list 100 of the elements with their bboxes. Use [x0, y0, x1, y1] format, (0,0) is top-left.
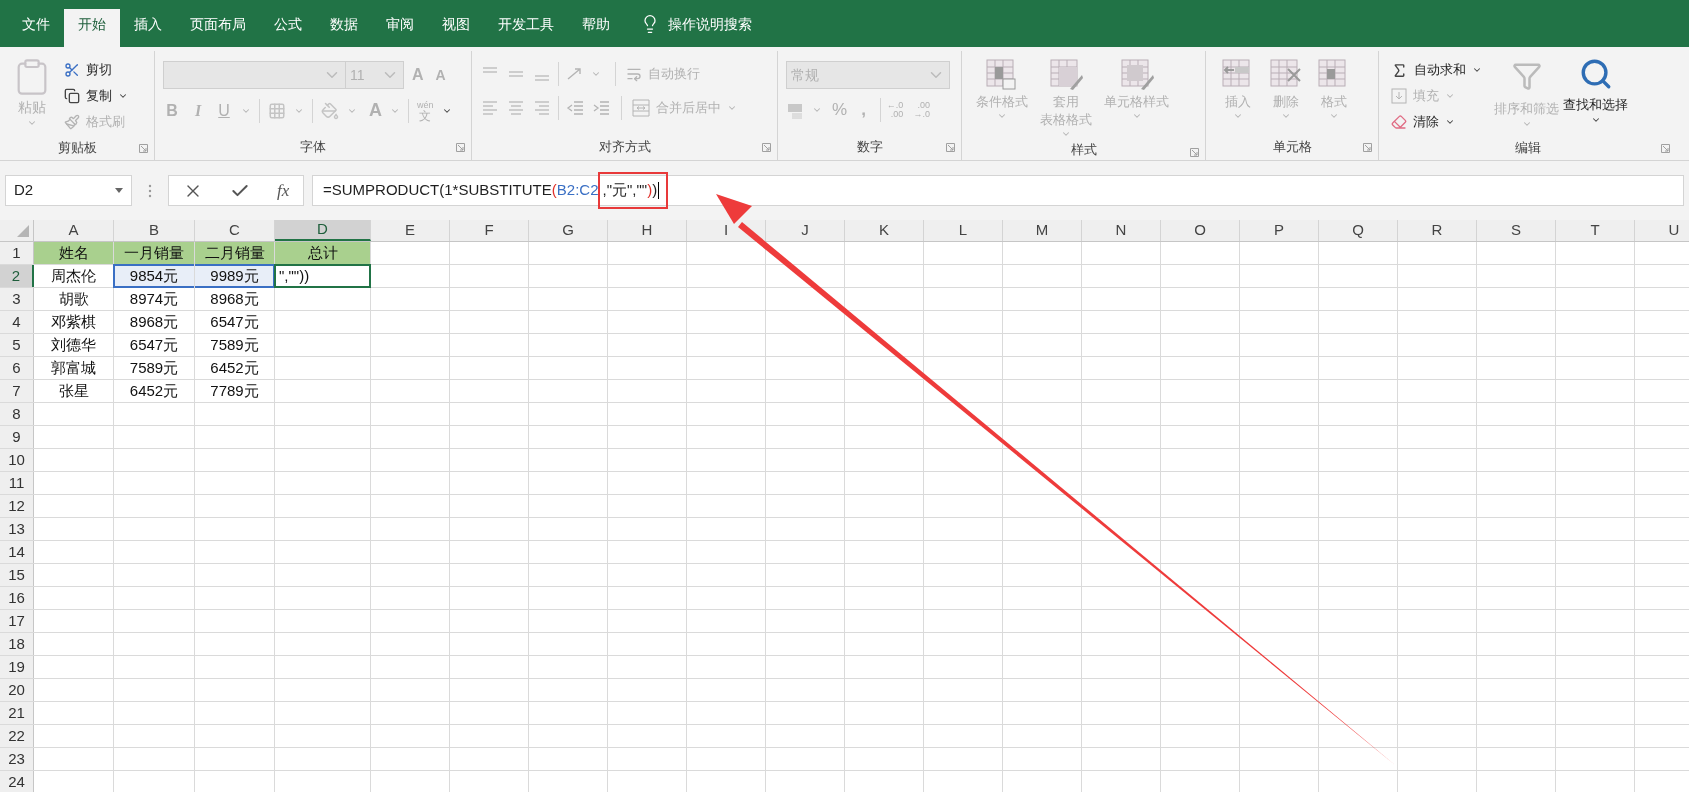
table-cell: 7589元 — [129, 359, 179, 377]
ribbon-tab[interactable]: 开始 — [64, 9, 120, 47]
row-header[interactable]: 22 — [0, 725, 34, 747]
tell-me-search[interactable]: 操作说明搜索 — [640, 9, 752, 47]
tile-label: 删除 — [1273, 93, 1299, 111]
row-header[interactable]: 4 — [0, 311, 34, 333]
borders-icon[interactable] — [268, 101, 286, 120]
column-header[interactable]: B — [114, 220, 195, 241]
insert-function-button[interactable]: fx — [277, 177, 290, 204]
group-label: 数字 — [856, 138, 883, 157]
column-header[interactable]: E — [371, 220, 450, 241]
row-header[interactable]: 18 — [0, 633, 34, 655]
dialog-launcher-icon[interactable] — [1190, 148, 1199, 157]
dialog-launcher-icon[interactable] — [946, 143, 955, 152]
row-header[interactable]: 20 — [0, 679, 34, 701]
font-name-dropdown[interactable] — [163, 61, 346, 89]
row-header[interactable]: 1 — [0, 242, 34, 264]
drag-handle-icon[interactable] — [148, 183, 152, 198]
table-cell: 7789元 — [210, 382, 259, 400]
dialog-launcher-icon[interactable] — [456, 143, 465, 152]
wrap-text-icon — [626, 66, 642, 82]
copy-button[interactable]: 复制 — [60, 83, 132, 109]
column-header[interactable]: S — [1477, 220, 1556, 241]
row-header[interactable]: 9 — [0, 426, 34, 448]
row-header[interactable]: 7 — [0, 380, 34, 402]
tile-label: 格式 — [1321, 93, 1347, 111]
row-header[interactable]: 16 — [0, 587, 34, 609]
align-center-icon[interactable] — [506, 98, 526, 118]
row-header[interactable]: 5 — [0, 334, 34, 356]
column-header[interactable]: O — [1161, 220, 1240, 241]
clear-button[interactable]: 清除 — [1387, 109, 1486, 135]
column-header[interactable]: A — [34, 220, 114, 241]
increase-indent-icon[interactable] — [591, 98, 611, 118]
formula-token: ,"元","" — [602, 180, 648, 201]
row-header[interactable]: 6 — [0, 357, 34, 379]
table-cell: 周杰伦 — [51, 267, 96, 285]
ribbon-tab[interactable]: 视图 — [428, 9, 484, 47]
dialog-launcher-icon[interactable] — [1661, 144, 1670, 153]
dialog-launcher-icon[interactable] — [762, 143, 771, 152]
row-header[interactable]: 10 — [0, 449, 34, 471]
row-header[interactable]: 12 — [0, 495, 34, 517]
ribbon-tab[interactable]: 页面布局 — [176, 9, 260, 47]
formula-token: ( — [551, 180, 557, 201]
column-header[interactable]: K — [845, 220, 924, 241]
sort-filter-icon — [1511, 61, 1542, 91]
row-header[interactable]: 3 — [0, 288, 34, 310]
autosum-button[interactable]: 自动求和 — [1387, 57, 1486, 83]
row-header[interactable]: 21 — [0, 702, 34, 724]
ribbon-tab[interactable]: 文件 — [8, 9, 64, 47]
column-header[interactable]: Q — [1319, 220, 1398, 241]
table-cell: 9989元 — [210, 267, 259, 285]
decrease-indent-icon[interactable] — [565, 98, 585, 118]
column-header[interactable]: L — [924, 220, 1003, 241]
row-header[interactable]: 8 — [0, 403, 34, 425]
ribbon-tab[interactable]: 审阅 — [372, 9, 428, 47]
find-select-button[interactable]: 查找和选择 — [1563, 57, 1628, 135]
dialog-launcher-icon[interactable] — [1363, 143, 1372, 152]
table-cell: ","")) — [279, 267, 310, 285]
ribbon-tab[interactable]: 数据 — [316, 9, 372, 47]
phonetic-text: wén — [417, 99, 434, 110]
row-header[interactable]: 2 — [0, 265, 34, 287]
paint-bucket-icon[interactable] — [321, 101, 339, 120]
ribbon-tab[interactable]: 开发工具 — [484, 9, 568, 47]
column-header[interactable]: P — [1240, 220, 1319, 241]
formula-input[interactable]: =SUMPRODUCT(1*SUBSTITUTE(B2:C2 ,"元","")) — [312, 175, 1684, 206]
table-cell: 8974元 — [129, 290, 179, 308]
column-header[interactable]: G — [529, 220, 608, 241]
column-header[interactable]: R — [1398, 220, 1477, 241]
table-cell: 8968元 — [129, 313, 179, 331]
ribbon-tab[interactable]: 插入 — [120, 9, 176, 47]
caret-icon — [1445, 117, 1455, 127]
dropdown-icon — [115, 188, 123, 193]
ribbon-tab[interactable]: 公式 — [260, 9, 316, 47]
cut-button[interactable]: 剪切 — [60, 57, 132, 83]
column-header[interactable]: M — [1003, 220, 1082, 241]
column-header[interactable]: J — [766, 220, 845, 241]
row-header[interactable]: 15 — [0, 564, 34, 586]
table-cell: 6452元 — [210, 359, 259, 377]
table-cell: 一月销量 — [124, 244, 184, 262]
align-left-icon[interactable] — [480, 98, 500, 118]
row-header[interactable]: 11 — [0, 472, 34, 494]
row-header[interactable]: 13 — [0, 518, 34, 540]
row-header[interactable]: 14 — [0, 541, 34, 563]
column-header[interactable]: D — [275, 220, 371, 241]
align-right-icon[interactable] — [532, 98, 552, 118]
row-header[interactable]: 19 — [0, 656, 34, 678]
column-header[interactable]: N — [1082, 220, 1161, 241]
caret-icon — [727, 103, 737, 113]
table-cell: 郭富城 — [51, 359, 96, 377]
column-header[interactable]: H — [608, 220, 687, 241]
row-header[interactable]: 17 — [0, 610, 34, 632]
column-header[interactable]: U — [1635, 220, 1689, 241]
column-header[interactable]: F — [450, 220, 529, 241]
caret-icon — [1131, 111, 1142, 121]
ribbon-tab[interactable]: 帮助 — [568, 9, 624, 47]
name-box[interactable]: D2 — [5, 175, 132, 206]
row-header[interactable]: 24 — [0, 771, 34, 792]
dialog-launcher-icon[interactable] — [139, 144, 148, 153]
row-header[interactable]: 23 — [0, 748, 34, 770]
column-header[interactable]: T — [1556, 220, 1635, 241]
